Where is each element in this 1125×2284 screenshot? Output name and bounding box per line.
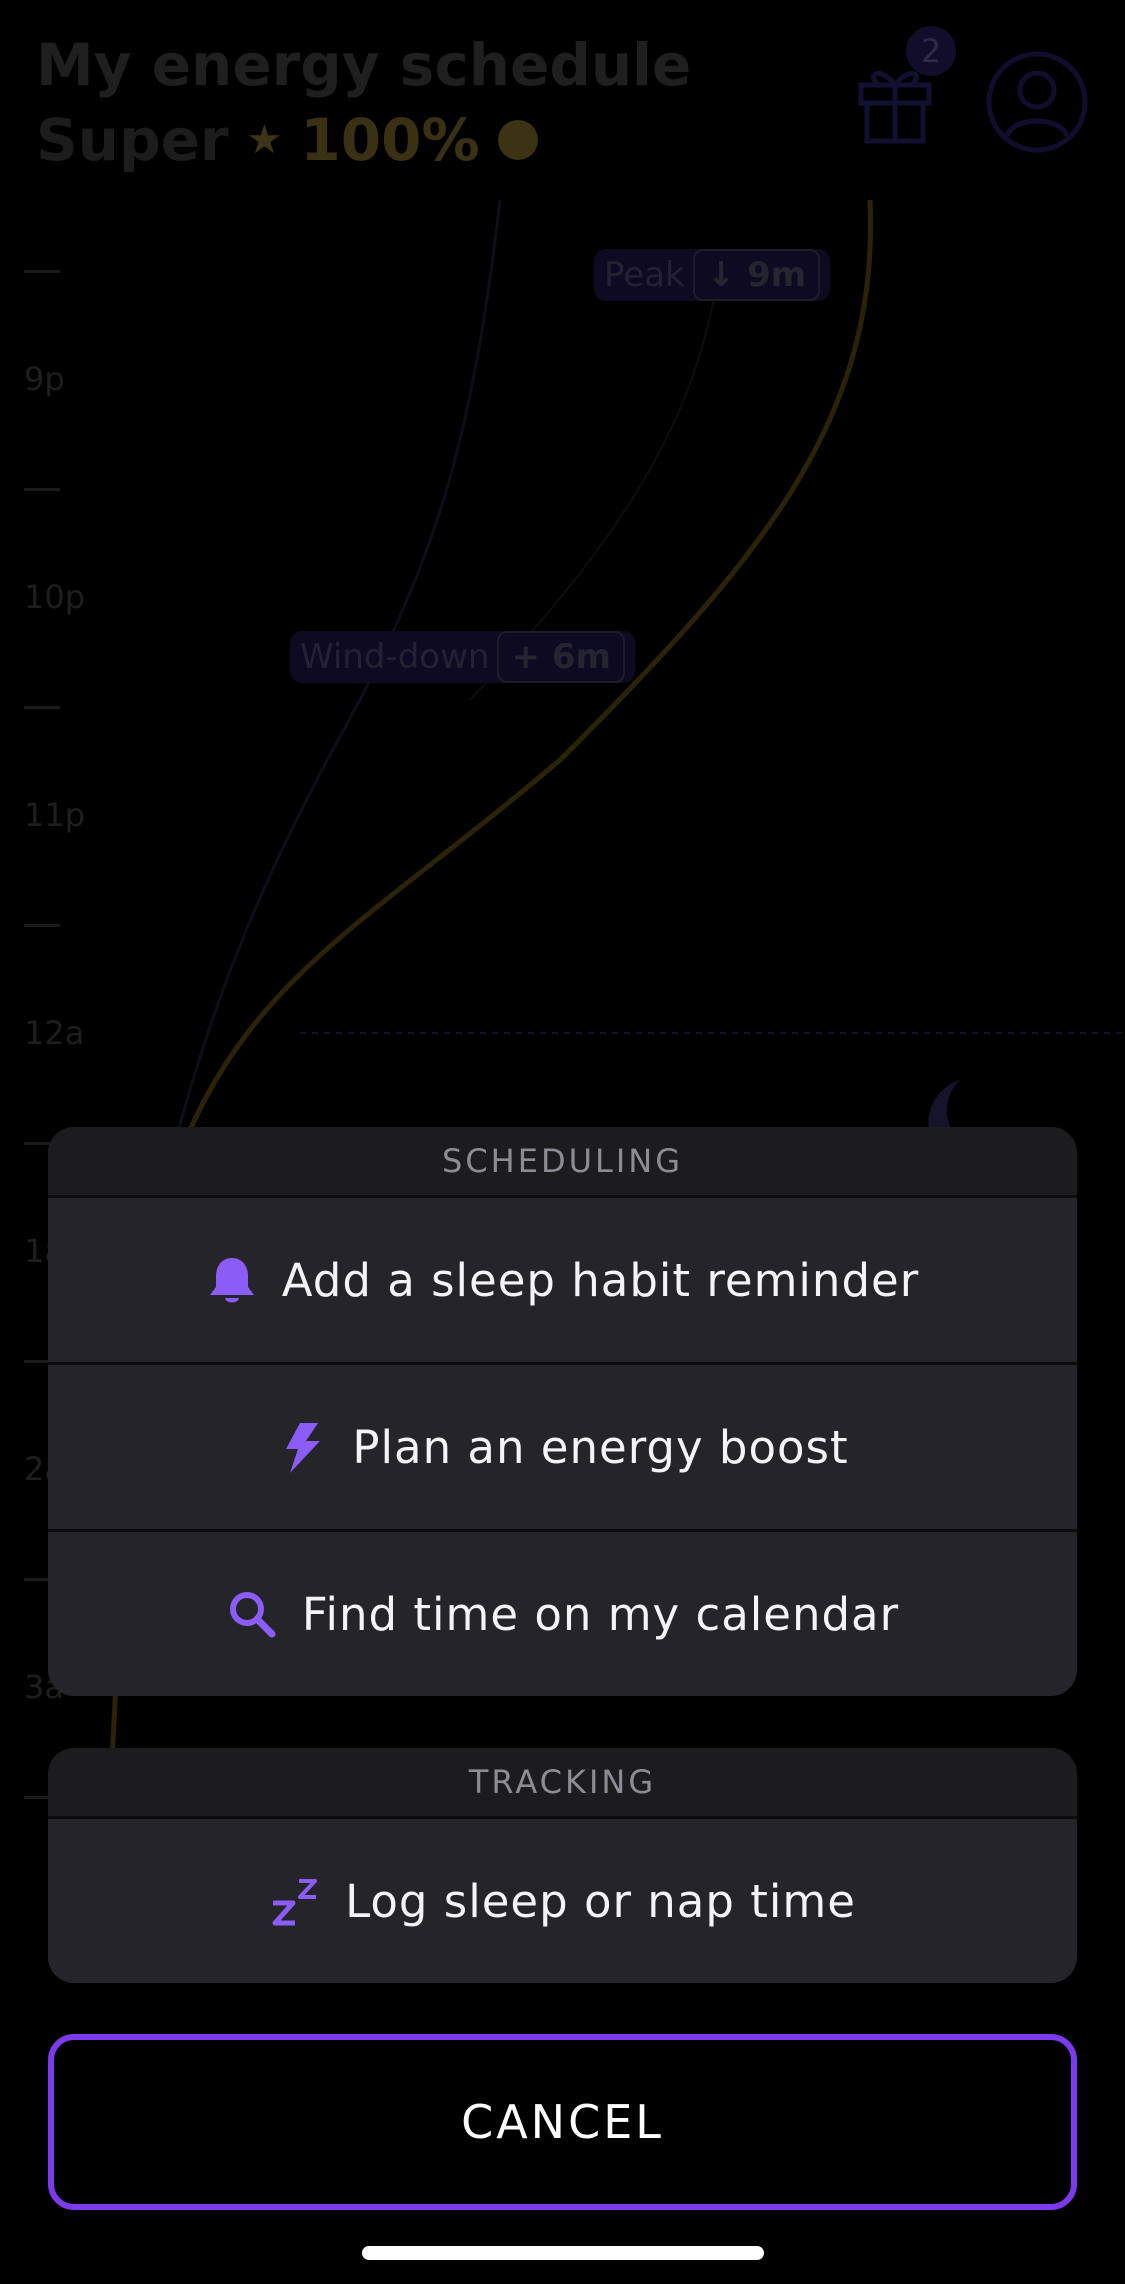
chip-delta: ↓ 9m <box>692 249 821 301</box>
time-tick <box>24 270 60 273</box>
scheduling-header: SCHEDULING <box>48 1127 1077 1195</box>
chip-label: Peak <box>604 255 685 295</box>
search-icon <box>226 1588 278 1640</box>
row-label: Log sleep or nap time <box>345 1874 856 1928</box>
time-tick <box>24 706 60 709</box>
row-label: Find time on my calendar <box>301 1587 900 1641</box>
time-label: 10p <box>24 578 86 616</box>
tracking-group: TRACKING Log sleep or nap time <box>48 1748 1077 1983</box>
energy-percent: 100% <box>300 106 480 174</box>
chip-delta-value: 9m <box>747 255 807 295</box>
tracking-header: TRACKING <box>48 1748 1077 1816</box>
plus-icon: + <box>511 637 540 677</box>
plan-energy-boost-button[interactable]: Plan an energy boost <box>48 1362 1077 1529</box>
zzz-icon <box>269 1875 321 1927</box>
scheduling-group: SCHEDULING Add a sleep habit reminder Pl… <box>48 1127 1077 1696</box>
star-icon: ★ <box>246 117 283 163</box>
wind-down-chip[interactable]: Wind-down + 6m <box>290 631 635 683</box>
gift-badge: 2 <box>906 26 956 76</box>
time-label: 12a <box>24 1014 85 1052</box>
chip-delta: + 6m <box>497 631 625 683</box>
arrow-down-icon: ↓ <box>706 255 736 295</box>
chip-label: Wind-down <box>300 637 490 677</box>
level-label: Super <box>36 106 229 174</box>
time-tick <box>24 488 60 491</box>
row-label: Add a sleep habit reminder <box>281 1253 920 1307</box>
time-tick <box>24 924 60 927</box>
peak-chip[interactable]: Peak ↓ 9m <box>594 249 831 301</box>
cancel-button[interactable]: CANCEL <box>48 2034 1077 2210</box>
find-time-calendar-button[interactable]: Find time on my calendar <box>48 1529 1077 1696</box>
time-label: 9p <box>24 360 65 398</box>
page-title: My energy schedule <box>36 31 692 99</box>
home-indicator[interactable] <box>362 2246 764 2260</box>
profile-avatar-icon[interactable] <box>985 50 1089 154</box>
time-label: 11p <box>24 796 86 834</box>
bell-icon <box>206 1254 258 1306</box>
add-sleep-habit-reminder-button[interactable]: Add a sleep habit reminder <box>48 1195 1077 1362</box>
coin-icon <box>497 120 538 160</box>
chip-delta-value: 6m <box>551 637 611 677</box>
log-sleep-nap-button[interactable]: Log sleep or nap time <box>48 1816 1077 1983</box>
energy-level: Super ★ 100% <box>36 105 538 175</box>
row-label: Plan an energy boost <box>352 1420 849 1474</box>
lightning-icon <box>276 1421 328 1473</box>
